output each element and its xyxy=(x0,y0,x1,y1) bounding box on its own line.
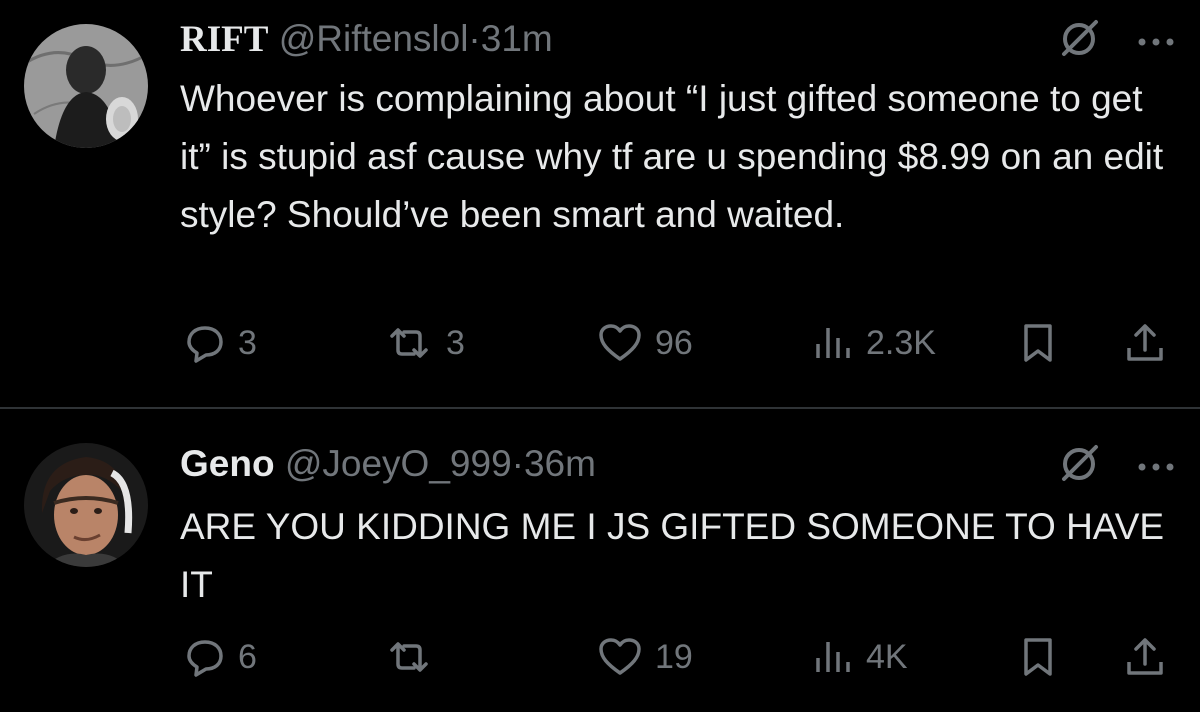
more-icon[interactable] xyxy=(1136,34,1176,52)
tweet-rift[interactable]: RIFT @Riftenslol·31m Whoever is complain… xyxy=(0,0,1200,407)
avatar[interactable] xyxy=(24,24,148,148)
separator-dot: · xyxy=(468,18,481,59)
like-icon xyxy=(597,322,643,364)
like-count: 19 xyxy=(655,637,693,676)
avatar-image xyxy=(24,24,148,148)
share-button[interactable] xyxy=(1124,322,1166,364)
share-icon xyxy=(1124,322,1166,364)
like-icon xyxy=(597,636,643,678)
grok-icon[interactable] xyxy=(1058,18,1100,65)
share-icon xyxy=(1124,636,1166,678)
separator-dot: · xyxy=(511,443,524,484)
avatar-image xyxy=(24,443,148,567)
grok-icon[interactable] xyxy=(1058,443,1100,490)
repost-icon xyxy=(384,636,434,678)
user-handle[interactable]: @JoeyO_999 xyxy=(285,443,512,484)
repost-button[interactable]: 3 xyxy=(384,322,465,364)
tweet-text: ARE YOU KIDDING ME I JS GIFTED SOMEONE T… xyxy=(180,506,1165,605)
like-button[interactable]: 96 xyxy=(597,322,693,364)
bookmark-button[interactable] xyxy=(1020,322,1056,364)
reply-button[interactable]: 3 xyxy=(184,322,257,364)
views-icon xyxy=(812,636,854,678)
display-name[interactable]: Geno xyxy=(180,443,275,484)
tweet-header: Geno @JoeyO_999·36m xyxy=(180,442,596,486)
share-button[interactable] xyxy=(1124,636,1166,678)
tweet-header: RIFT @Riftenslol·31m xyxy=(180,17,553,62)
reply-count: 3 xyxy=(238,323,257,362)
repost-count: 3 xyxy=(446,323,465,362)
repost-icon xyxy=(384,322,434,364)
bookmark-icon xyxy=(1020,636,1056,678)
bookmark-icon xyxy=(1020,322,1056,364)
like-count: 96 xyxy=(655,323,693,362)
bookmark-button[interactable] xyxy=(1020,636,1056,678)
repost-button[interactable] xyxy=(384,636,434,678)
avatar[interactable] xyxy=(24,443,148,567)
user-handle[interactable]: @Riftenslol xyxy=(279,18,469,59)
reply-count: 6 xyxy=(238,637,257,676)
like-button[interactable]: 19 xyxy=(597,636,693,678)
display-name[interactable]: RIFT xyxy=(180,19,268,60)
views-count: 4K xyxy=(866,637,908,676)
action-bar: 6 19 4K xyxy=(0,636,1200,686)
reply-icon xyxy=(184,636,226,678)
tweet-text: Whoever is complaining about “I just gif… xyxy=(180,78,1164,235)
views-button[interactable]: 4K xyxy=(812,636,908,678)
action-bar: 3 3 96 2.3K xyxy=(0,322,1200,372)
tweet-geno[interactable]: Geno @JoeyO_999·36m ARE YOU KIDDING ME I… xyxy=(0,409,1200,712)
reply-button[interactable]: 6 xyxy=(184,636,257,678)
views-button[interactable]: 2.3K xyxy=(812,322,936,364)
reply-icon xyxy=(184,322,226,364)
views-count: 2.3K xyxy=(866,323,936,362)
more-icon[interactable] xyxy=(1136,459,1176,477)
timestamp[interactable]: 31m xyxy=(481,18,553,59)
timestamp[interactable]: 36m xyxy=(524,443,596,484)
views-icon xyxy=(812,322,854,364)
